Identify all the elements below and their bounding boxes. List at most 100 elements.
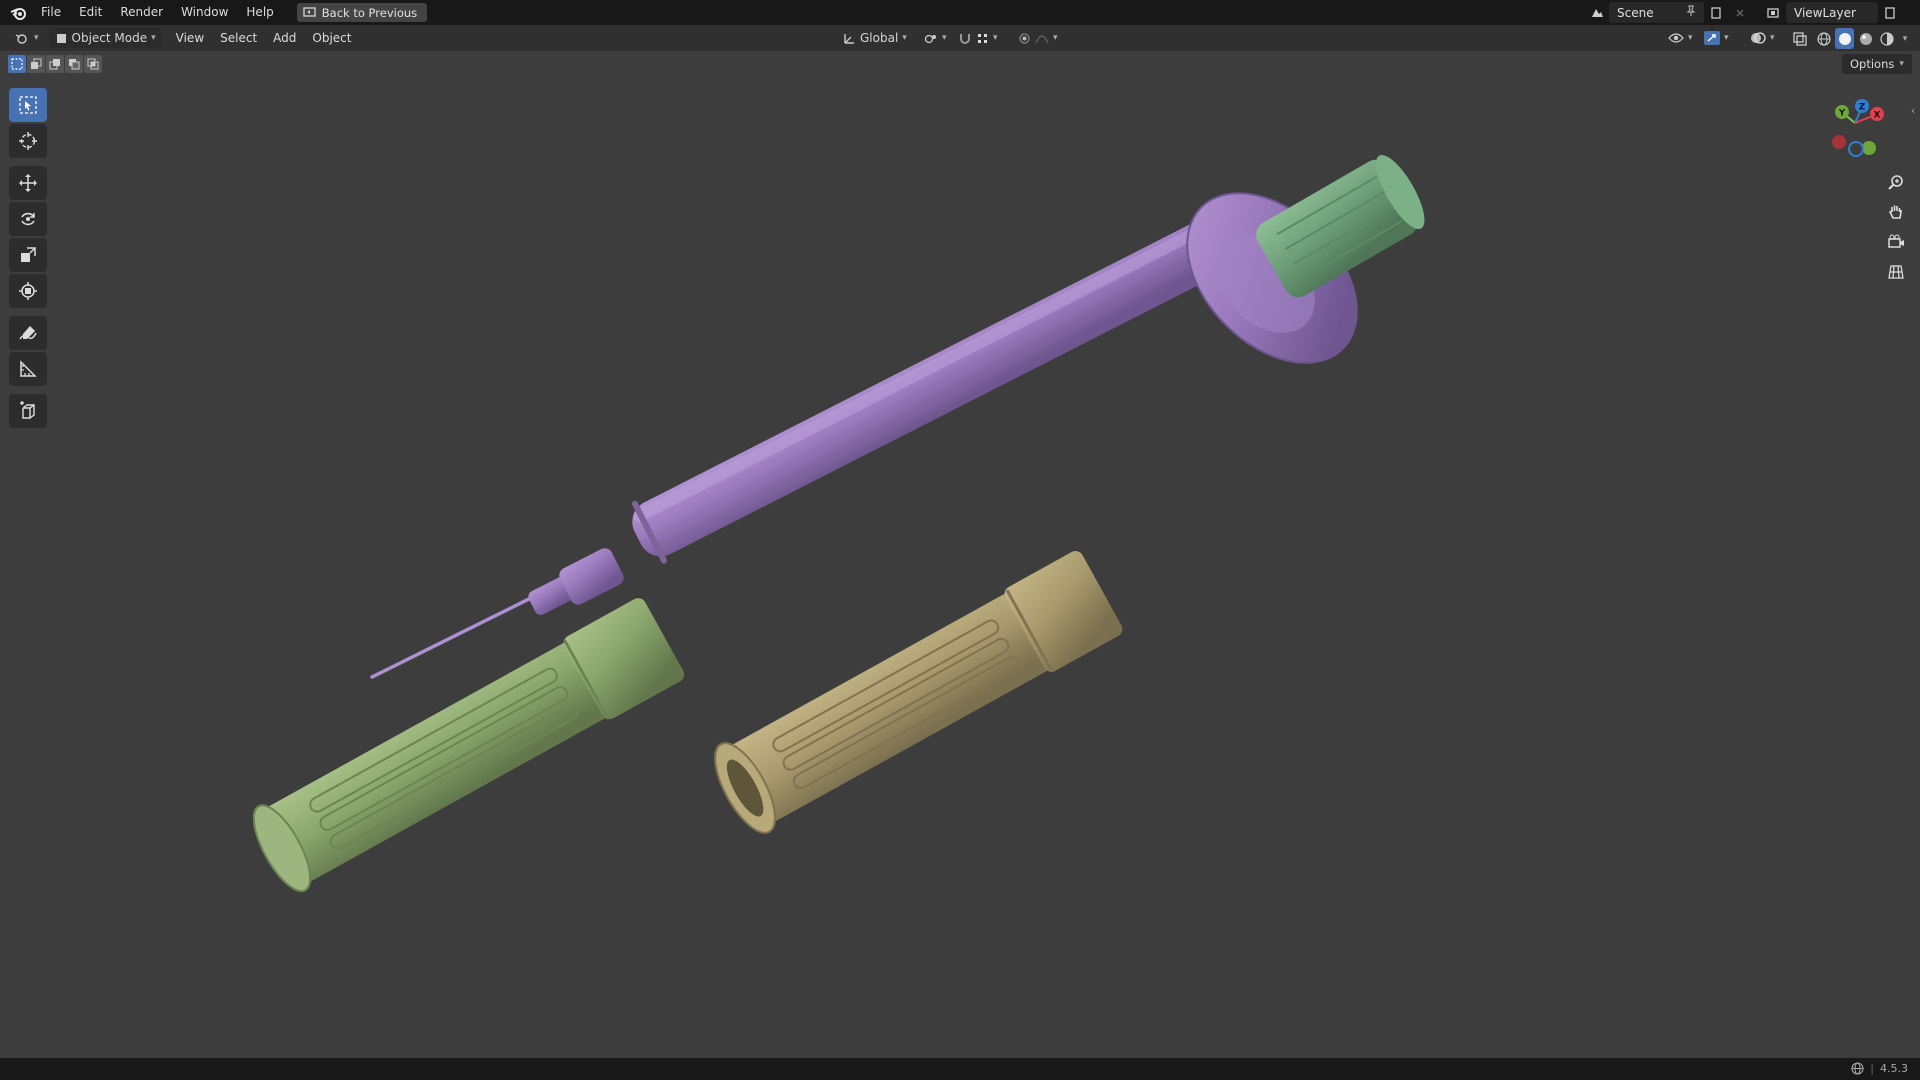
rendered-shading-icon[interactable] [1877, 28, 1896, 49]
delete-scene-icon[interactable] [1728, 2, 1752, 23]
options-dropdown[interactable]: Options ▾ [1842, 54, 1912, 74]
screen-icon [303, 7, 316, 17]
select-intersect-icon[interactable] [84, 55, 102, 73]
select-invert-icon[interactable] [65, 55, 83, 73]
chevron-down-icon: ▾ [1770, 33, 1775, 43]
orientation-label: Global [860, 31, 899, 45]
version-label: 4.5.3 [1880, 1062, 1908, 1075]
chevron-down-icon: ▾ [902, 33, 907, 43]
scene-selector: Scene [1585, 2, 1752, 23]
orientation-dropdown[interactable]: Global ▾ [836, 28, 913, 48]
navigation-gizmo[interactable]: Y Z X [1815, 93, 1895, 165]
pan-hand-icon[interactable] [1882, 198, 1910, 226]
menu-help[interactable]: Help [237, 0, 282, 25]
viewport-header: ▾ Object Mode ▾ View Select Add Object G… [0, 25, 1920, 51]
gizmo-neg-z[interactable] [1848, 141, 1864, 157]
back-to-previous-label: Back to Previous [321, 5, 418, 20]
gizmo-neg-x[interactable] [1832, 135, 1846, 149]
new-viewlayer-icon[interactable] [1878, 2, 1902, 23]
proportional-edit-dropdown[interactable]: ▾ [1012, 28, 1064, 48]
scene-name: Scene [1617, 5, 1654, 20]
eye-icon [1668, 33, 1684, 43]
rotate-icon [21, 212, 35, 226]
camera-view-icon[interactable] [1882, 228, 1910, 256]
network-icon [1851, 1062, 1864, 1075]
viewlayer-name: ViewLayer [1794, 5, 1856, 20]
transform-tool[interactable] [9, 274, 47, 308]
chevron-down-icon: ▾ [1724, 33, 1729, 43]
menu-edit[interactable]: Edit [70, 0, 111, 25]
move-tool[interactable] [9, 166, 47, 200]
menu-window[interactable]: Window [172, 0, 237, 25]
select-box-tool[interactable] [9, 88, 47, 122]
measure-tool[interactable] [9, 352, 47, 386]
scale-icon [21, 247, 36, 262]
perspective-grid-icon[interactable] [1882, 258, 1910, 286]
selection-mode-strip [8, 55, 102, 73]
menu-object[interactable]: Object [304, 31, 359, 45]
wireframe-shading-icon[interactable] [1814, 28, 1833, 49]
top-menu-bar: File Edit Render Window Help Back to Pre… [0, 0, 1920, 25]
menu-select[interactable]: Select [212, 31, 265, 45]
chevron-down-icon: ▾ [151, 33, 156, 43]
zoom-icon[interactable] [1882, 168, 1910, 196]
material-shading-icon[interactable] [1856, 28, 1875, 49]
sidebar-toggle-icon[interactable]: ‹ [1911, 104, 1915, 117]
shading-options-icon[interactable]: ▾ [1898, 28, 1912, 49]
svg-text:Z: Z [1859, 103, 1866, 113]
editor-type-dropdown[interactable]: ▾ [8, 28, 45, 48]
chevron-down-icon: ▾ [1899, 59, 1904, 69]
needle-cap-green-object[interactable] [243, 594, 687, 899]
pivot-icon [924, 34, 936, 43]
viewlayer-field[interactable]: ViewLayer [1786, 2, 1878, 23]
svg-text:X: X [1874, 111, 1881, 121]
proportional-edit-icon [1019, 32, 1030, 44]
select-box-icon [19, 96, 37, 114]
gizmo-icon [1704, 31, 1720, 45]
gizmo-neg-y[interactable] [1862, 141, 1876, 155]
visibility-dropdown[interactable]: ▾ [1662, 28, 1699, 48]
add-cube-tool[interactable] [9, 394, 47, 428]
new-scene-icon[interactable] [1704, 2, 1728, 23]
menu-render[interactable]: Render [111, 0, 172, 25]
svg-text:Y: Y [1838, 109, 1846, 119]
overlays-icon [1751, 32, 1766, 44]
mode-dropdown[interactable]: Object Mode ▾ [48, 28, 162, 48]
solid-shading-icon[interactable] [1835, 28, 1854, 49]
viewlayer-icon[interactable] [1762, 2, 1786, 23]
annotate-tool[interactable] [9, 316, 47, 350]
overlays-dropdown[interactable]: ▾ [1744, 28, 1781, 48]
snap-dropdown[interactable]: ▾ [952, 28, 1004, 48]
xray-toggle[interactable] [1788, 28, 1812, 49]
snap-grid-icon [978, 33, 987, 43]
cursor-tool[interactable] [9, 124, 47, 158]
pin-icon[interactable] [1686, 5, 1696, 20]
gizmo-toggle[interactable]: ▾ [1698, 28, 1735, 48]
syringe-object[interactable] [370, 161, 1389, 679]
select-extend-icon[interactable] [27, 55, 45, 73]
chevron-down-icon: ▾ [34, 33, 39, 43]
scene-icon[interactable] [1585, 2, 1609, 23]
select-subtract-icon[interactable] [46, 55, 64, 73]
tool-shelf [9, 88, 47, 430]
back-to-previous-button[interactable]: Back to Previous [296, 3, 428, 22]
blender-logo-icon[interactable] [4, 0, 32, 25]
3d-viewport[interactable] [0, 51, 1920, 1058]
measure-icon [20, 360, 37, 377]
menu-add[interactable]: Add [265, 31, 304, 45]
scene-field[interactable]: Scene [1609, 2, 1704, 23]
viewlayer-selector: ViewLayer [1762, 2, 1902, 23]
status-bar: | 4.5.3 [0, 1058, 1920, 1080]
menu-file[interactable]: File [32, 0, 70, 25]
scale-tool[interactable] [9, 238, 47, 272]
needle-cap-khaki-object[interactable] [703, 546, 1126, 841]
cursor-icon [19, 132, 37, 150]
chevron-down-icon: ▾ [1688, 33, 1693, 43]
select-new-icon[interactable] [8, 55, 26, 73]
version-display: | 4.5.3 [1851, 1062, 1908, 1075]
mode-label: Object Mode [71, 31, 148, 45]
menu-view[interactable]: View [168, 31, 212, 45]
pivot-dropdown[interactable]: ▾ [918, 28, 953, 48]
rotate-tool[interactable] [9, 202, 47, 236]
magnet-icon [960, 33, 970, 44]
